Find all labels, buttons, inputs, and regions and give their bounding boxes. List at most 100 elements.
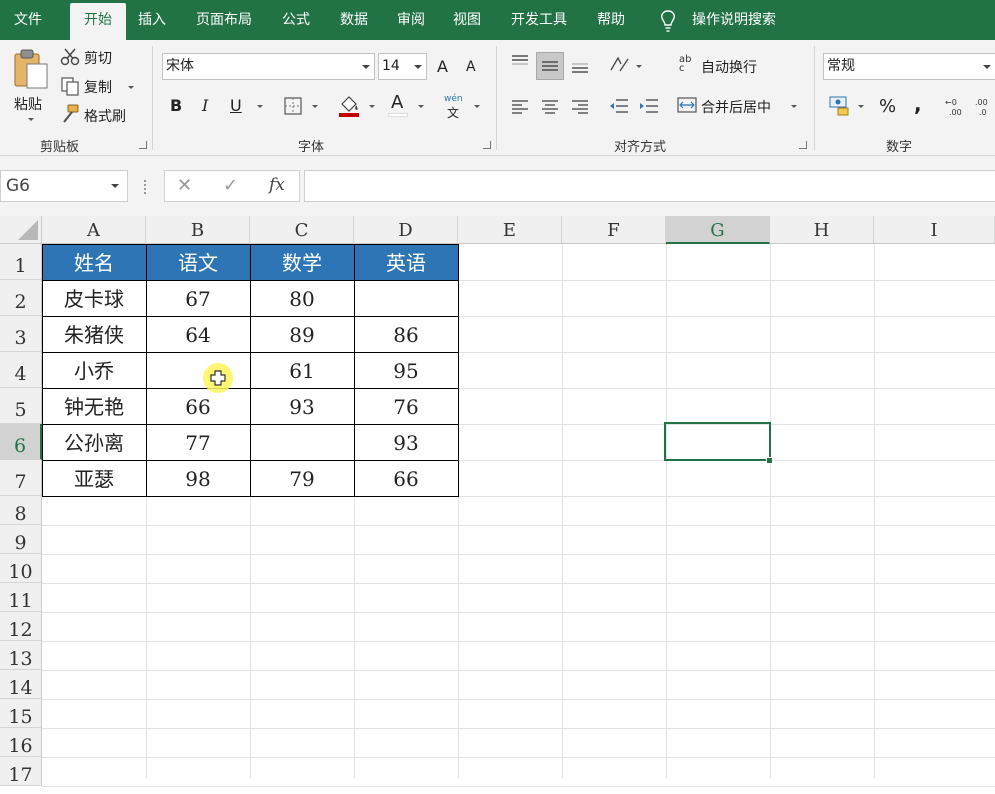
- table-cell[interactable]: 66: [354, 460, 458, 496]
- font-name-combo[interactable]: 宋体: [162, 53, 375, 80]
- font-size-combo[interactable]: 14: [378, 53, 427, 80]
- align-right-icon[interactable]: [570, 98, 590, 114]
- row-header-3[interactable]: 3: [0, 316, 42, 352]
- percent-style-button[interactable]: %: [879, 96, 896, 117]
- row-header-14[interactable]: 14: [0, 670, 42, 699]
- table-cell[interactable]: 89: [250, 316, 354, 352]
- column-header-a[interactable]: A: [42, 216, 146, 244]
- table-header-cell[interactable]: 姓名: [42, 244, 146, 280]
- table-cell[interactable]: 93: [250, 388, 354, 424]
- copy-dropdown-caret[interactable]: [128, 86, 134, 89]
- table-cell[interactable]: 76: [354, 388, 458, 424]
- column-header-c[interactable]: C: [250, 216, 354, 244]
- table-cell[interactable]: 80: [250, 280, 354, 316]
- splitter-handle[interactable]: [144, 180, 147, 194]
- table-header-cell[interactable]: 语文: [146, 244, 250, 280]
- fill-handle[interactable]: [766, 457, 773, 464]
- cancel-icon[interactable]: ✕: [177, 175, 192, 196]
- tab-file[interactable]: 文件: [14, 0, 42, 40]
- tab-help[interactable]: 帮助: [597, 0, 625, 40]
- shrink-font-button[interactable]: A: [466, 59, 476, 75]
- paste-button[interactable]: 粘贴: [8, 46, 54, 128]
- bold-button[interactable]: B: [170, 96, 182, 115]
- increase-indent-icon[interactable]: [638, 97, 660, 115]
- row-header-4[interactable]: 4: [0, 352, 42, 388]
- table-cell[interactable]: 67: [146, 280, 250, 316]
- fill-color-dropdown-caret[interactable]: [369, 105, 375, 108]
- middle-align-button[interactable]: [536, 52, 564, 80]
- phonetic-dropdown-caret[interactable]: [474, 105, 480, 108]
- name-box[interactable]: G6: [0, 170, 128, 202]
- row-header-2[interactable]: 2: [0, 280, 42, 316]
- column-header-b[interactable]: B: [146, 216, 250, 244]
- row-header-15[interactable]: 15: [0, 699, 42, 728]
- formula-input[interactable]: [304, 170, 995, 202]
- row-header-13[interactable]: 13: [0, 641, 42, 670]
- table-cell[interactable]: 98: [146, 460, 250, 496]
- italic-button[interactable]: I: [202, 96, 208, 115]
- insert-function-button[interactable]: fx: [269, 175, 285, 195]
- table-cell[interactable]: 66: [146, 388, 250, 424]
- row-header-16[interactable]: 16: [0, 728, 42, 757]
- table-cell[interactable]: 亚瑟: [42, 460, 146, 496]
- row-header-10[interactable]: 10: [0, 554, 42, 583]
- increase-decimal-icon[interactable]: ←0 .00: [944, 96, 968, 118]
- table-header-cell[interactable]: 英语: [354, 244, 458, 280]
- table-cell[interactable]: 95: [354, 352, 458, 388]
- row-header-11[interactable]: 11: [0, 583, 42, 612]
- column-header-f[interactable]: F: [562, 216, 666, 244]
- orientation-icon[interactable]: [608, 54, 630, 74]
- orientation-dropdown-caret[interactable]: [636, 65, 642, 68]
- table-cell[interactable]: 小乔: [42, 352, 146, 388]
- table-cell[interactable]: 钟无艳: [42, 388, 146, 424]
- row-header-7[interactable]: 7: [0, 460, 42, 496]
- decrease-decimal-icon[interactable]: .00 .0: [974, 96, 995, 118]
- tab-page-layout[interactable]: 页面布局: [196, 0, 252, 40]
- accounting-format-icon[interactable]: [828, 95, 852, 117]
- grow-font-button[interactable]: A: [437, 57, 448, 76]
- borders-dropdown-caret[interactable]: [312, 105, 318, 108]
- table-header-cell[interactable]: 数学: [250, 244, 354, 280]
- table-cell[interactable]: 79: [250, 460, 354, 496]
- font-color-dropdown-caret[interactable]: [418, 105, 424, 108]
- number-format-combo[interactable]: 常规: [823, 53, 995, 80]
- phonetic-guide-button[interactable]: wén 文: [444, 94, 464, 120]
- tab-formulas[interactable]: 公式: [282, 0, 310, 40]
- decrease-indent-icon[interactable]: [608, 97, 630, 115]
- column-header-i[interactable]: I: [874, 216, 995, 244]
- row-header-9[interactable]: 9: [0, 525, 42, 554]
- underline-dropdown-caret[interactable]: [257, 105, 263, 108]
- tell-me-search[interactable]: 操作说明搜索: [692, 0, 776, 40]
- table-cell[interactable]: 61: [250, 352, 354, 388]
- bottom-align-icon[interactable]: [570, 58, 590, 76]
- clipboard-dialog-launcher[interactable]: [139, 141, 147, 149]
- row-header-5[interactable]: 5: [0, 388, 42, 424]
- row-header-12[interactable]: 12: [0, 612, 42, 641]
- comma-style-button[interactable]: ,: [914, 92, 922, 116]
- font-color-button[interactable]: A: [388, 92, 410, 118]
- tab-insert[interactable]: 插入: [138, 0, 166, 40]
- table-cell[interactable]: [354, 280, 458, 316]
- copy-button[interactable]: 复制: [84, 77, 112, 97]
- column-header-g[interactable]: G: [666, 216, 770, 244]
- cut-button[interactable]: 剪切: [84, 48, 112, 68]
- worksheet-grid[interactable]: ABCDEFGHI 1 2 3 4 5 6 7 8 9 10 11 12 13 14 15 16 17 姓名 语文…: [0, 216, 995, 787]
- enter-icon[interactable]: ✓: [223, 175, 238, 196]
- tab-view[interactable]: 视图: [453, 0, 481, 40]
- merge-dropdown-caret[interactable]: [791, 105, 797, 108]
- wrap-text-button[interactable]: 自动换行: [701, 57, 757, 77]
- column-header-e[interactable]: E: [458, 216, 562, 244]
- table-cell[interactable]: 64: [146, 316, 250, 352]
- alignment-dialog-launcher[interactable]: [799, 141, 807, 149]
- paste-dropdown-caret[interactable]: [28, 118, 34, 121]
- fill-color-icon[interactable]: [337, 94, 361, 118]
- align-center-icon[interactable]: [540, 98, 560, 114]
- table-cell[interactable]: 公孙离: [42, 424, 146, 460]
- active-cell-g6[interactable]: [664, 422, 771, 461]
- row-header-8[interactable]: 8: [0, 496, 42, 525]
- format-painter-button[interactable]: 格式刷: [84, 106, 126, 126]
- table-cell[interactable]: 93: [354, 424, 458, 460]
- underline-button[interactable]: U: [230, 96, 242, 115]
- top-align-icon[interactable]: [510, 54, 530, 70]
- table-cell[interactable]: [250, 424, 354, 460]
